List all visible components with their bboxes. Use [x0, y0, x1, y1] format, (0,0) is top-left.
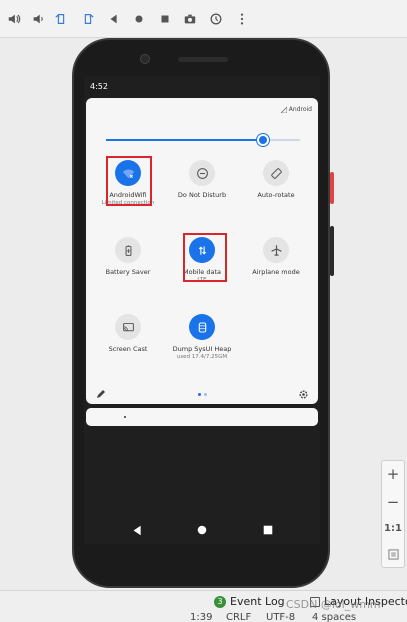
auto-rotate-icon — [263, 160, 289, 186]
page-indicator — [198, 393, 207, 396]
earpiece-speaker — [178, 57, 228, 62]
status-clock: 4:52 — [90, 82, 108, 91]
event-log-label: Event Log — [230, 595, 285, 608]
tile-dump-sysui-heap[interactable]: Dump SysUI Heap used 17.4/7.25GM — [166, 314, 238, 380]
tile-label: Do Not Disturb — [177, 191, 227, 199]
settings-gear-icon[interactable] — [298, 389, 309, 400]
brightness-slider[interactable] — [106, 133, 300, 147]
wifi-icon — [115, 160, 141, 186]
file-encoding[interactable]: UTF-8 — [266, 612, 295, 622]
power-button[interactable] — [330, 172, 334, 204]
front-camera — [140, 54, 150, 64]
tile-sublabel: used 17.4/7.25GM — [176, 354, 228, 360]
camera-icon[interactable] — [182, 11, 198, 27]
battery-icon — [115, 237, 141, 263]
brightness-fill — [106, 139, 264, 141]
actual-size-button[interactable]: 1:1 — [382, 517, 404, 539]
quick-settings-panel: Android AndroidWifi Limited connection D — [86, 98, 318, 404]
notification-row[interactable] — [86, 408, 318, 426]
overview-icon[interactable] — [157, 11, 173, 27]
volume-down-icon[interactable] — [30, 11, 46, 27]
tile-label: Battery Saver — [105, 268, 151, 276]
heap-icon — [189, 314, 215, 340]
tile-label: AndroidWifi — [109, 191, 147, 199]
indent-setting[interactable]: 4 spaces — [312, 612, 356, 622]
brightness-thumb[interactable] — [257, 134, 270, 146]
tile-screen-cast[interactable]: Screen Cast — [92, 314, 164, 380]
zoom-controls: + − 1:1 — [381, 460, 405, 568]
tile-label: Auto-rotate — [257, 191, 295, 199]
tile-label: Screen Cast — [108, 345, 148, 353]
do-not-disturb-icon — [189, 160, 215, 186]
tile-label: Dump SysUI Heap — [172, 345, 232, 353]
nav-home-icon[interactable] — [195, 523, 209, 537]
watermark: CSDN @lol_wmm — [286, 598, 381, 611]
home-icon[interactable] — [131, 11, 147, 27]
back-icon[interactable] — [106, 11, 122, 27]
tile-battery-saver[interactable]: Battery Saver — [92, 237, 164, 303]
volume-up-icon[interactable] — [6, 11, 22, 27]
airplane-icon — [263, 237, 289, 263]
device-screen[interactable]: 4:52 Android AndroidWifi Limited connect… — [84, 76, 320, 544]
navigation-bar — [84, 516, 320, 544]
emulator-device: 4:52 Android AndroidWifi Limited connect… — [72, 38, 334, 588]
nav-recents-icon[interactable] — [261, 523, 275, 537]
tile-do-not-disturb[interactable]: Do Not Disturb — [166, 160, 238, 226]
event-log-badge: 3 — [214, 595, 226, 608]
rotate-left-icon[interactable] — [53, 11, 69, 27]
edit-icon[interactable] — [96, 389, 106, 399]
tile-auto-rotate[interactable]: Auto-rotate — [240, 160, 312, 226]
signal-icon — [280, 106, 287, 113]
tile-label: Mobile data — [182, 268, 222, 276]
tile-wifi[interactable]: AndroidWifi Limited connection — [92, 160, 164, 226]
mobile-data-icon — [189, 237, 215, 263]
emulator-toolbar — [0, 0, 407, 38]
tile-sublabel: Limited connection — [101, 200, 155, 206]
rotate-right-icon[interactable] — [80, 11, 96, 27]
zoom-out-button[interactable]: − — [382, 491, 404, 513]
carrier-label: Android — [280, 106, 312, 113]
line-separator[interactable]: CRLF — [226, 612, 251, 622]
tile-airplane-mode[interactable]: Airplane mode — [240, 237, 312, 303]
caret-position[interactable]: 1:39 — [190, 612, 212, 622]
tile-label: Airplane mode — [252, 268, 300, 276]
more-icon[interactable] — [234, 11, 250, 27]
zoom-in-button[interactable]: + — [382, 463, 404, 485]
status-bar: 4:52 — [84, 76, 320, 96]
fit-screen-icon[interactable] — [382, 543, 404, 565]
ide-status-bar: 1:39 CRLF UTF-8 4 spaces — [0, 612, 407, 622]
tile-sublabel: LTE — [197, 277, 207, 283]
volume-rocker[interactable] — [330, 226, 334, 276]
snapshot-icon[interactable] — [208, 11, 224, 27]
event-log-button[interactable]: 3 Event Log — [214, 595, 285, 608]
notification-dot — [124, 416, 126, 418]
tile-mobile-data[interactable]: Mobile data LTE — [166, 237, 238, 303]
cast-icon — [115, 314, 141, 340]
nav-back-icon[interactable] — [130, 523, 144, 537]
